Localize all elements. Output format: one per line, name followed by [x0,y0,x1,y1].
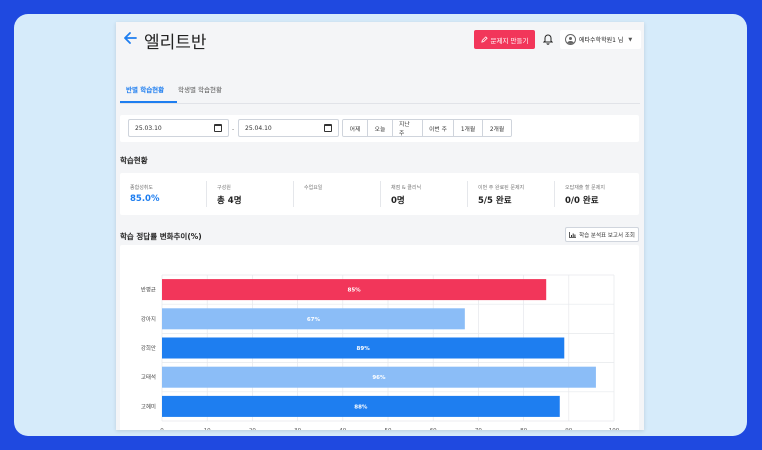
app-window: 엘리트반 문제지 만들기 에타수학학원1 님 ▼ 반별 학습현황 학생별 학습현… [116,22,644,430]
stat-wrong-answer-resubmit: 오답재출 할 문제지 0/0 완료 [555,173,639,215]
stat-value: 총 4명 [217,196,242,206]
x-tick-label: 70 [475,428,482,430]
active-tab-indicator [120,101,177,103]
range-1-month-button[interactable]: 1개월 [454,120,483,136]
top-bar: 엘리트반 문제지 만들기 에타수학학원1 님 ▼ [116,22,644,56]
summary-title: 학습현황 [120,156,148,165]
x-tick-label: 30 [294,428,301,430]
bar-value-label: 96% [372,375,386,381]
tab-student-progress[interactable]: 학생별 학습현황 [178,84,222,94]
stat-members: 구성원 총 4명 [207,173,293,215]
calendar-icon[interactable] [324,124,332,132]
end-date-value: 25.04.10 [245,124,272,132]
avatar-icon [565,34,576,45]
x-tick-label: 90 [565,428,572,430]
y-category-label: 고태석 [141,373,156,381]
range-today-button[interactable]: 오늘 [368,120,393,136]
range-2-month-button[interactable]: 2개월 [483,120,511,136]
create-worksheet-label: 문제지 만들기 [490,36,529,45]
date-filter-panel: 25.03.10 - 25.04.10 어제 오늘 지난 주 이번 주 1개월 … [120,115,639,142]
date-separator: - [232,126,235,133]
range-this-week-button[interactable]: 이번 주 [423,120,454,136]
back-arrow-icon[interactable] [122,30,138,46]
stats-panel: 종합성취도 85.0% 구성원 총 4명 수업요일 채점 & 클리닉 0명 이번… [120,173,639,215]
page-title: 엘리트반 [144,33,207,53]
pencil-icon [480,36,488,43]
x-tick-label: 40 [339,428,346,430]
x-tick-label: 10 [204,428,211,430]
stat-weekly-completed: 이번 주 완료된 문제지 5/5 완료 [468,173,554,215]
stat-label: 종합성취도 [130,185,154,191]
x-tick-label: 100 [609,428,620,430]
stat-value: 85.0% [130,194,160,204]
x-tick-label: 0 [160,428,164,430]
end-date-input[interactable]: 25.04.10 [238,119,339,137]
y-category-label: 고혜미 [141,402,156,410]
stat-class-days: 수업요일 [294,173,380,215]
bar-value-label: 88% [354,404,368,410]
bell-icon[interactable] [543,33,553,45]
y-category-label: 강희안 [141,344,156,352]
stat-achievement: 종합성취도 85.0% [120,173,206,215]
x-tick-label: 80 [520,428,527,430]
tab-bar: 반별 학습현황 학생별 학습현황 [120,80,640,104]
y-category-label: 반평균 [141,286,156,294]
stat-grading-clinic: 채점 & 클리닉 0명 [381,173,467,215]
stat-label: 수업요일 [304,185,323,191]
report-button-label: 학습 분석표 보고서 조회 [579,232,635,239]
chevron-down-icon: ▼ [628,36,633,43]
chart-icon [569,231,577,238]
start-date-value: 25.03.10 [135,124,162,132]
stat-label: 채점 & 클리닉 [391,185,422,191]
x-tick-label: 20 [249,428,256,430]
stat-label: 이번 주 완료된 문제지 [478,185,525,191]
stat-value: 0/0 완료 [565,196,599,206]
report-view-button[interactable]: 학습 분석표 보고서 조회 [565,227,639,242]
bar-chart: 0 10 20 30 40 50 60 70 80 90 100 반평균 85% 강아지 67% 강희안 89%… [141,274,620,430]
x-tick-label: 50 [385,428,392,430]
stat-label: 구성원 [217,185,231,191]
tab-class-progress[interactable]: 반별 학습현황 [126,84,164,94]
stat-label: 오답재출 할 문제지 [565,185,605,191]
x-tick-label: 60 [430,428,437,430]
create-worksheet-button[interactable]: 문제지 만들기 [474,30,535,49]
quick-range-group: 어제 오늘 지난 주 이번 주 1개월 2개월 [342,119,512,137]
stat-value: 0명 [391,196,405,206]
calendar-icon[interactable] [214,124,222,132]
trend-title: 학습 정답률 변화추이(%) [120,232,202,241]
user-menu[interactable]: 에타수학학원1 님 ▼ [560,30,641,49]
chart-panel: 0 10 20 30 40 50 60 70 80 90 100 반평균 85% 강아지 67% 강희안 89%… [120,245,639,430]
range-last-week-button[interactable]: 지난 주 [393,120,423,136]
stat-value: 5/5 완료 [478,196,512,206]
range-yesterday-button[interactable]: 어제 [343,120,368,136]
start-date-input[interactable]: 25.03.10 [128,119,229,137]
bar-value-label: 89% [357,346,371,352]
bar-value-label: 67% [307,317,321,323]
y-category-label: 강아지 [141,315,156,323]
user-name: 에타수학학원1 님 [579,37,624,44]
bar-value-label: 85% [348,288,362,294]
